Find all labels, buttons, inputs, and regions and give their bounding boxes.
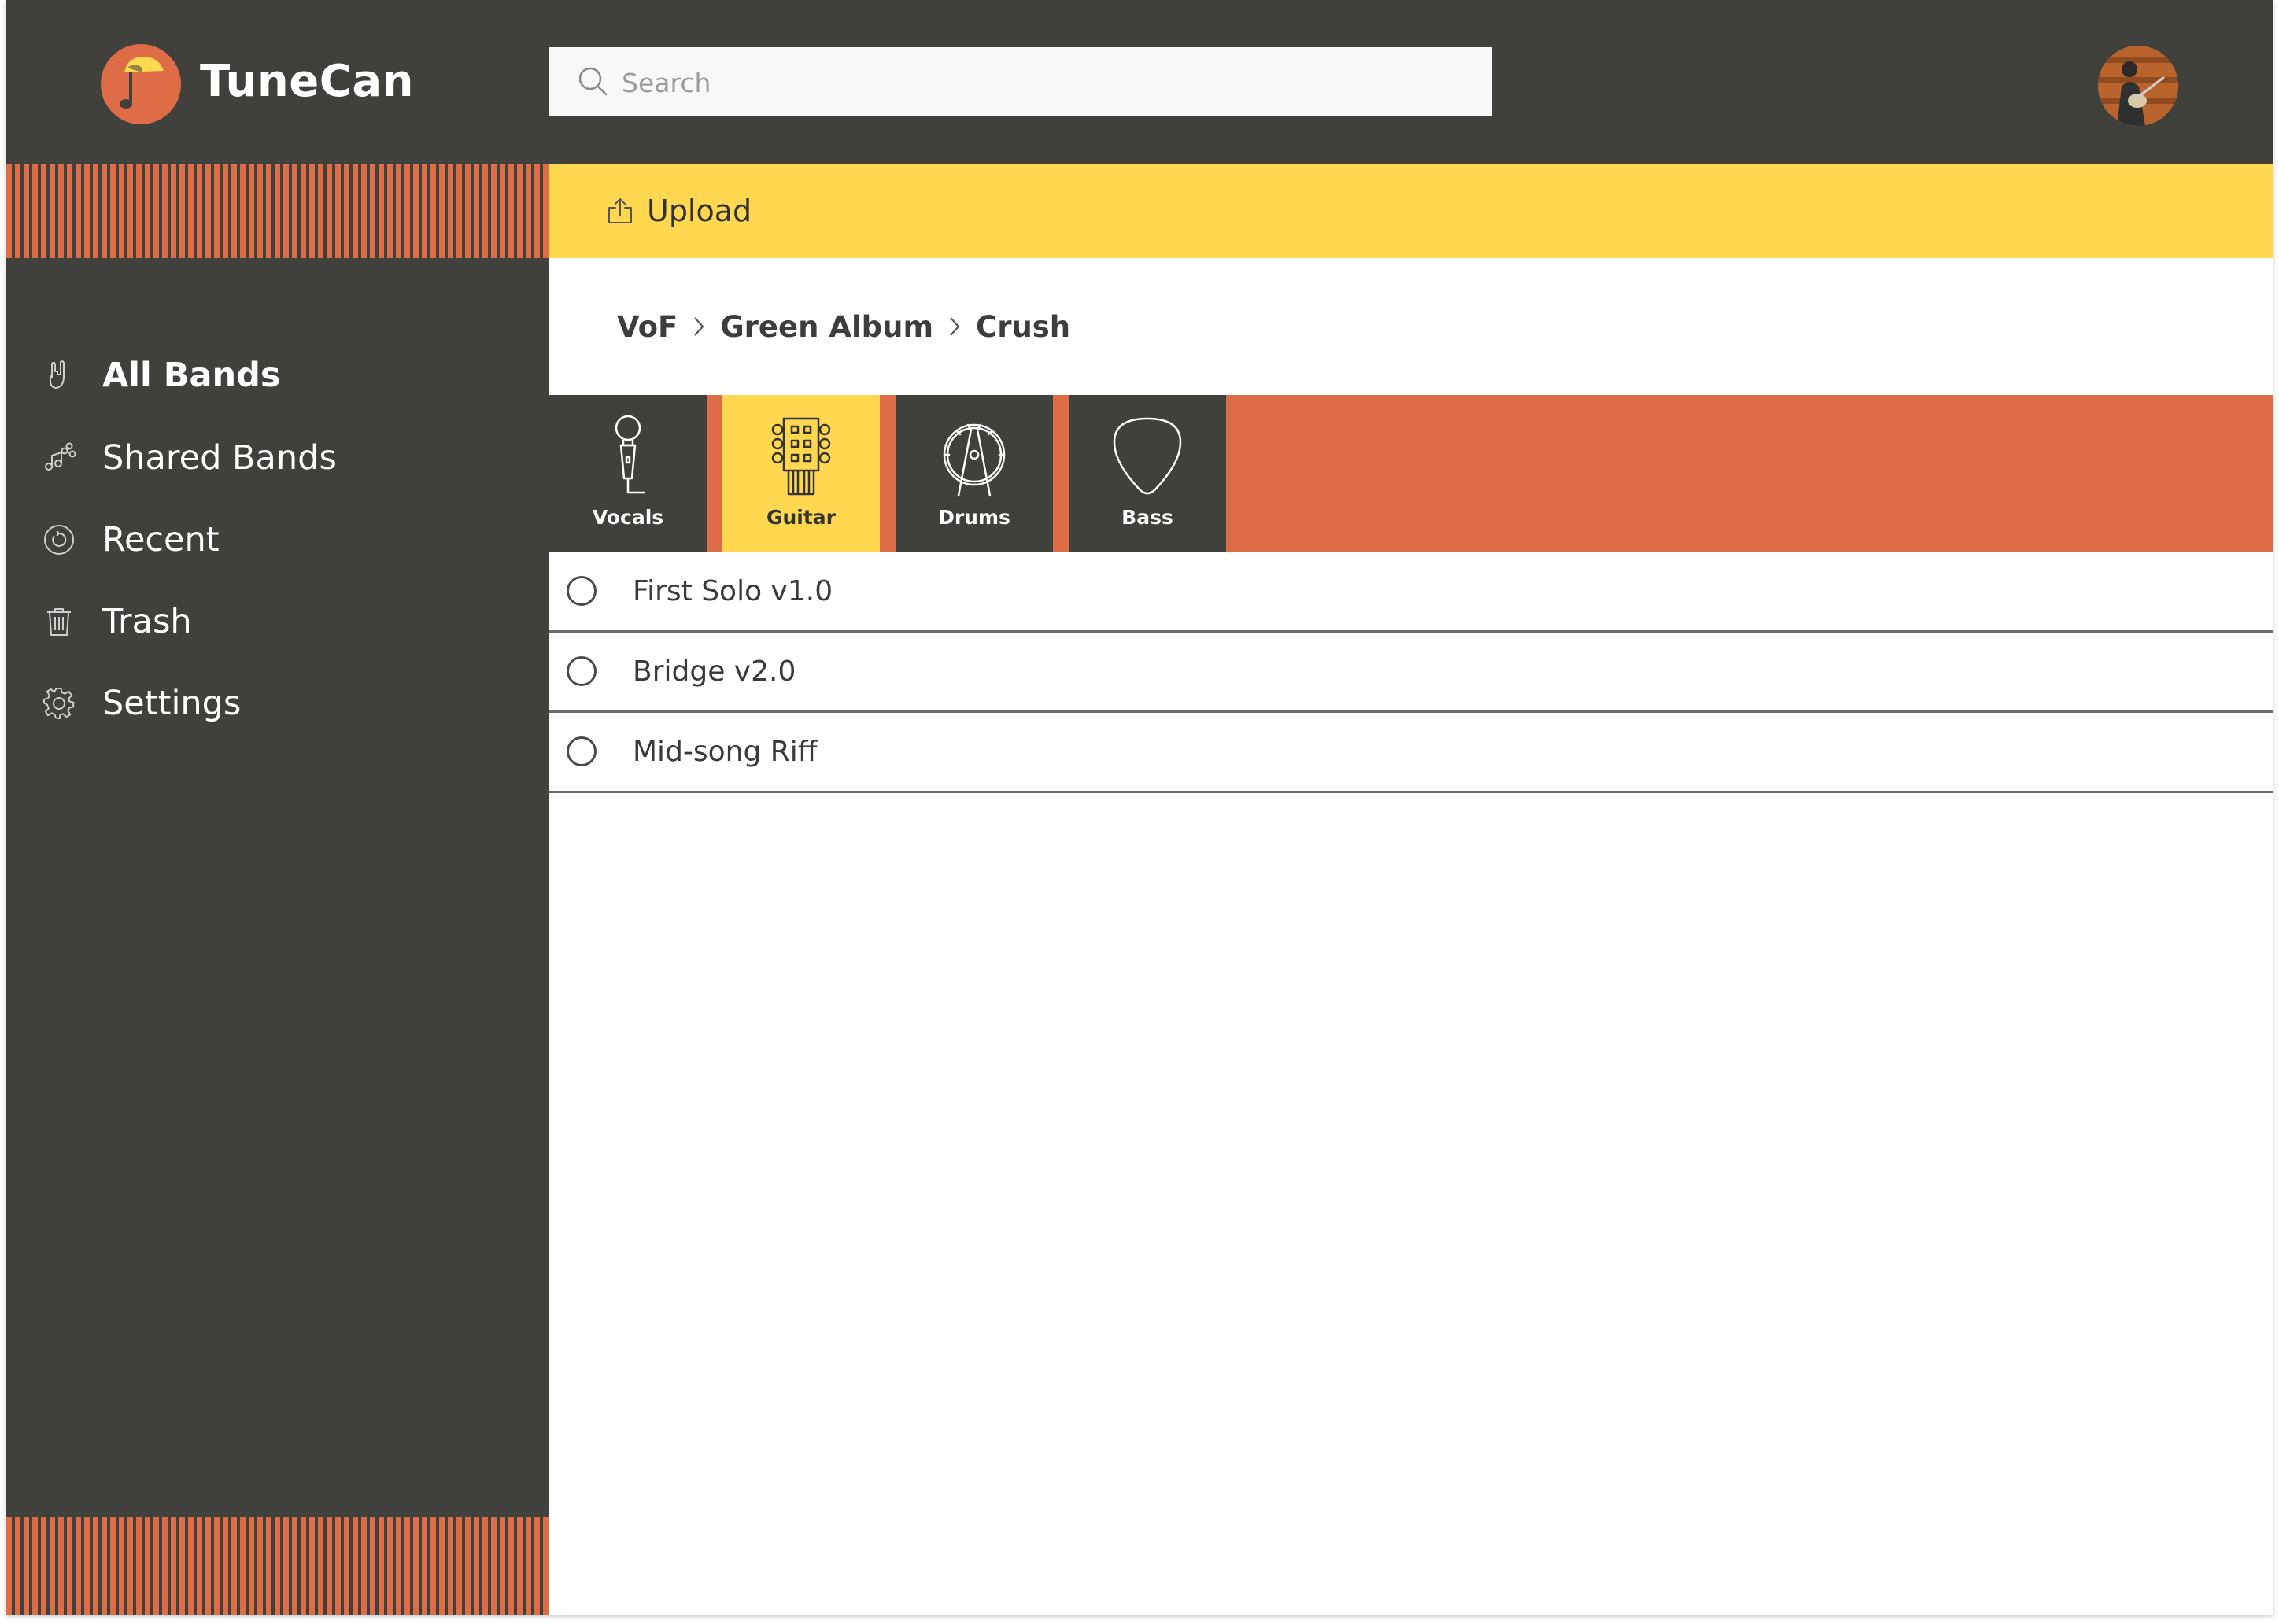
list-item[interactable]: Bridge v2.0 — [549, 633, 2273, 713]
tab-guitar[interactable]: Guitar — [722, 395, 880, 552]
chevron-right-icon — [950, 317, 960, 336]
sidebar-item-trash[interactable]: Trash — [42, 586, 530, 657]
tab-label: Bass — [1121, 506, 1173, 529]
search-icon — [578, 67, 608, 96]
sidebar-item-label: All Bands — [102, 356, 281, 395]
track-name: First Solo v1.0 — [633, 575, 833, 607]
select-radio[interactable] — [567, 736, 597, 766]
app-title: TuneCan — [200, 56, 415, 107]
microphone-icon — [615, 415, 645, 494]
top-header: TuneCan — [6, 0, 2273, 164]
decorative-stripes-top — [6, 164, 549, 258]
user-avatar[interactable] — [2098, 46, 2178, 126]
tunecan-logo-icon — [101, 44, 181, 124]
sidebar-item-label: Recent — [102, 520, 220, 559]
track-name: Bridge v2.0 — [633, 655, 796, 688]
breadcrumb: VoF Green Album Crush — [617, 299, 1070, 354]
drum-icon — [943, 423, 1006, 497]
list-item[interactable]: Mid-song Riff — [549, 713, 2273, 793]
app-window: TuneCan Search All Bands Shared Bands Re… — [6, 0, 2273, 1615]
recent-clock-icon — [44, 525, 74, 555]
tab-label: Guitar — [766, 506, 837, 529]
breadcrumb-item-song: Crush — [976, 309, 1071, 344]
sidebar-item-label: Shared Bands — [102, 438, 337, 478]
sidebar-item-settings[interactable]: Settings — [42, 668, 530, 739]
upload-icon — [608, 198, 632, 223]
shared-music-icon — [45, 442, 76, 471]
sidebar-item-all-bands[interactable]: All Bands — [42, 340, 530, 411]
track-list: First Solo v1.0 Bridge v2.0 Mid-song Rif… — [549, 552, 2273, 793]
sidebar-item-shared-bands[interactable]: Shared Bands — [42, 423, 530, 493]
tab-vocals[interactable]: Vocals — [549, 395, 707, 552]
search-bar[interactable] — [549, 47, 1492, 118]
sidebar-item-label: Settings — [102, 684, 242, 723]
search-input[interactable] — [620, 47, 1473, 118]
guitar-headstock-icon — [771, 417, 831, 496]
decorative-stripes-bottom — [6, 1517, 549, 1615]
tab-bass[interactable]: Bass — [1069, 395, 1226, 552]
breadcrumb-item-album[interactable]: Green Album — [720, 310, 933, 344]
list-item[interactable]: First Solo v1.0 — [549, 552, 2273, 633]
rock-hand-icon — [50, 360, 65, 389]
trash-icon — [47, 608, 71, 636]
upload-label: Upload — [647, 194, 752, 228]
tab-label: Vocals — [592, 506, 664, 529]
avatar-photo-icon — [2098, 46, 2178, 126]
tab-drums[interactable]: Drums — [896, 395, 1053, 552]
track-name: Mid-song Riff — [633, 736, 818, 768]
select-radio[interactable] — [567, 656, 597, 686]
action-bar: Upload — [549, 164, 2273, 258]
sidebar-item-label: Trash — [102, 602, 192, 641]
guitar-pick-icon — [1113, 417, 1182, 495]
gear-icon — [42, 687, 75, 720]
chevron-right-icon — [694, 317, 704, 336]
instrument-tab-strip: Vocals Guitar Drums Bass — [549, 395, 2273, 552]
upload-button[interactable]: Upload — [606, 179, 795, 242]
select-radio[interactable] — [567, 576, 597, 606]
tab-label: Drums — [938, 506, 1010, 529]
sidebar-item-recent[interactable]: Recent — [42, 504, 530, 575]
breadcrumb-item-band[interactable]: VoF — [617, 310, 678, 344]
sidebar: All Bands Shared Bands Recent Trash Sett… — [6, 258, 549, 1517]
